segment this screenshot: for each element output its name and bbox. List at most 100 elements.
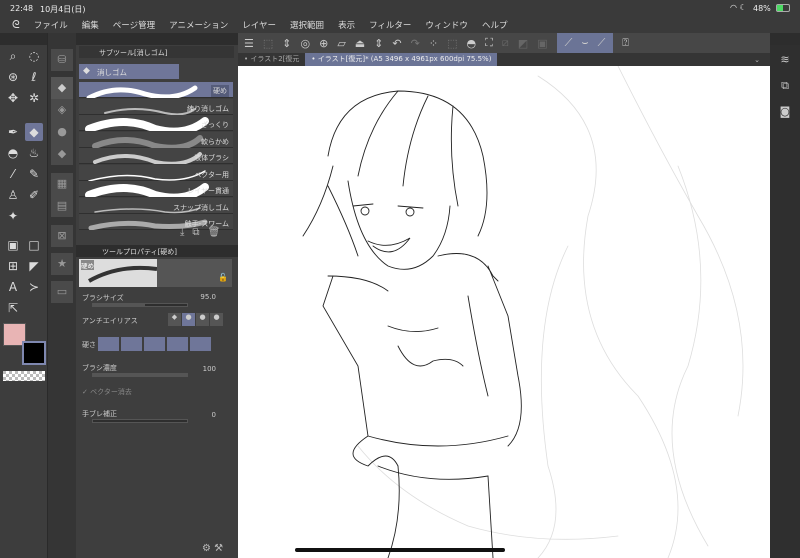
subtool-item[interactable]: レイヤー貫通	[79, 181, 233, 197]
menu-page[interactable]: ページ管理	[113, 19, 155, 31]
tab-illust2[interactable]: • イラスト2[復元	[238, 53, 305, 66]
duplicate-icon[interactable]: ⧉	[192, 227, 207, 238]
gradient-icon[interactable]: ▣	[4, 236, 22, 254]
antialias-none[interactable]: ◆	[168, 313, 181, 326]
trash-icon[interactable]: 🗑	[208, 227, 229, 238]
folder-icon[interactable]: ▭	[51, 281, 73, 303]
hardness-level[interactable]	[98, 337, 119, 351]
undo-icon[interactable]: ↶	[392, 37, 401, 50]
invert-select-icon[interactable]: ⬚	[447, 37, 457, 50]
stabilization-slider[interactable]	[92, 419, 188, 423]
drawing-canvas[interactable]	[238, 66, 770, 558]
subtool-group[interactable]: ◆ 消しゴム	[79, 64, 179, 79]
subtool-item[interactable]: ベクター用	[79, 164, 233, 181]
menu-animation[interactable]: アニメーション	[169, 19, 228, 31]
fill-icon[interactable]: ◓	[4, 144, 22, 162]
lock-icon[interactable]: 🔓	[218, 273, 228, 282]
correct-line-icon[interactable]: ⇱	[4, 299, 22, 317]
antialias-medium[interactable]: ●	[196, 313, 209, 326]
bulb-icon[interactable]: ●	[51, 121, 73, 143]
menu-file[interactable]: ファイル	[34, 19, 68, 31]
menu-edit[interactable]: 編集	[82, 19, 99, 31]
open-icon[interactable]: ▱	[337, 37, 345, 50]
layer-icon[interactable]: ⛁	[51, 49, 73, 71]
snap-special-icon[interactable]: ⌣	[581, 36, 588, 50]
menu-layer[interactable]: レイヤー	[242, 19, 276, 31]
antialias-weak[interactable]: ●	[182, 313, 195, 326]
pen-icon[interactable]: ✒	[4, 123, 22, 141]
menu-window[interactable]: ウィンドウ	[425, 19, 468, 31]
checkbox-icon[interactable]: ✓	[82, 388, 88, 396]
menu-selection[interactable]: 選択範囲	[290, 19, 324, 31]
stroke-icon[interactable]: ▣	[537, 37, 547, 50]
updown-icon[interactable]: ⇕	[282, 37, 291, 50]
subtool-item[interactable]: 硬め	[79, 82, 233, 98]
eyedropper-icon[interactable]: ⁄	[4, 165, 22, 183]
help-icon[interactable]: ⍰	[622, 36, 629, 50]
transform-icon[interactable]: ⬚	[263, 37, 273, 50]
subtool-tab[interactable]: サブツール[消しゴム]	[79, 46, 234, 58]
updown-icon[interactable]: ⇕	[374, 37, 383, 50]
eraser-group-icon[interactable]: ◆	[51, 77, 73, 99]
antialias-strong[interactable]: ●	[210, 313, 223, 326]
frame-icon[interactable]: ⊞	[4, 257, 22, 275]
move-icon[interactable]: ✥	[4, 89, 22, 107]
eraser-vector-icon[interactable]: ◆	[51, 143, 73, 165]
stamp-icon[interactable]: ♙	[4, 186, 22, 204]
grid-icon[interactable]: ▦	[51, 173, 73, 195]
eraser-settings-icon[interactable]: ◈	[51, 99, 73, 121]
zoom-icon[interactable]: ⌕	[4, 47, 22, 65]
snap-ruler-icon[interactable]: ⟋	[565, 36, 573, 50]
object-select-icon[interactable]: ⊛	[4, 68, 22, 86]
text-icon[interactable]: A	[4, 278, 22, 296]
settings-icon[interactable]: ⚙ ⚒	[202, 543, 223, 554]
layer-property-icon[interactable]: ⧉	[778, 79, 792, 93]
new-icon[interactable]: ⊕	[319, 37, 328, 50]
sub-color[interactable]	[22, 341, 46, 365]
menu-help[interactable]: ヘルプ	[482, 19, 508, 31]
app-logo-icon[interactable]: ᘓ	[12, 18, 20, 32]
chevron-down-icon[interactable]: ⌄	[754, 56, 760, 64]
menu-filter[interactable]: フィルター	[369, 19, 411, 31]
blend-icon[interactable]: ♨	[25, 144, 43, 162]
hardness-level[interactable]	[144, 337, 165, 351]
download-icon[interactable]: ⤓	[180, 227, 192, 238]
lasso-select-icon[interactable]: ◌	[25, 47, 43, 65]
menu-icon[interactable]: ☰	[244, 37, 254, 50]
marker-icon[interactable]: ✐	[25, 186, 43, 204]
magic-wand-icon[interactable]: ✲	[25, 89, 43, 107]
hardness-level[interactable]	[167, 337, 188, 351]
deselect-icon[interactable]: ⁘	[429, 37, 438, 50]
subtool-item[interactable]: 液体ブラシ	[79, 148, 233, 164]
fill-selection-icon[interactable]: ◓	[466, 37, 476, 50]
layers-icon[interactable]: ≋	[778, 53, 792, 67]
folder-x-icon[interactable]: ⊠	[51, 225, 73, 247]
subtool-item[interactable]: 軟らかめ	[79, 131, 233, 148]
ruler-icon[interactable]: ◤	[25, 257, 43, 275]
clear-icon[interactable]: ⧄	[502, 36, 509, 50]
tab-illust[interactable]: • イラスト[復元]* (A5 3496 x 4961px 600dpi 75.…	[305, 53, 498, 66]
folder-star-icon[interactable]: ★	[51, 253, 73, 275]
logo-icon[interactable]: ◎	[301, 37, 311, 50]
subtool-item[interactable]: 練り消しゴム	[79, 98, 233, 115]
brush-size-slider[interactable]	[92, 303, 188, 307]
hardness-level[interactable]	[190, 337, 211, 351]
balloon-icon[interactable]: ≻	[25, 278, 43, 296]
subtool-item[interactable]: ざっくり	[79, 115, 233, 131]
stabilization-value[interactable]: 0	[212, 411, 216, 419]
menu-view[interactable]: 表示	[338, 19, 355, 31]
transform-select-icon[interactable]: ⛶	[485, 36, 493, 50]
film-icon[interactable]: ▤	[51, 195, 73, 217]
subtool-item[interactable]: スナップ消しゴム	[79, 197, 233, 214]
save-icon[interactable]: ⏏	[355, 37, 365, 50]
eraser-icon[interactable]: ◆	[25, 123, 43, 141]
brush-icon[interactable]: ✎	[25, 165, 43, 183]
density-value[interactable]: 100	[203, 365, 216, 373]
hardness-level[interactable]	[121, 337, 142, 351]
clear-outside-icon[interactable]: ◩	[518, 37, 528, 50]
density-slider[interactable]	[92, 373, 188, 377]
brush-size-value[interactable]: 95.0	[200, 293, 216, 301]
snap-grid-icon[interactable]: ⟋	[598, 36, 606, 50]
navigator-icon[interactable]: ◙	[778, 105, 792, 119]
transparent-color[interactable]	[3, 371, 45, 381]
